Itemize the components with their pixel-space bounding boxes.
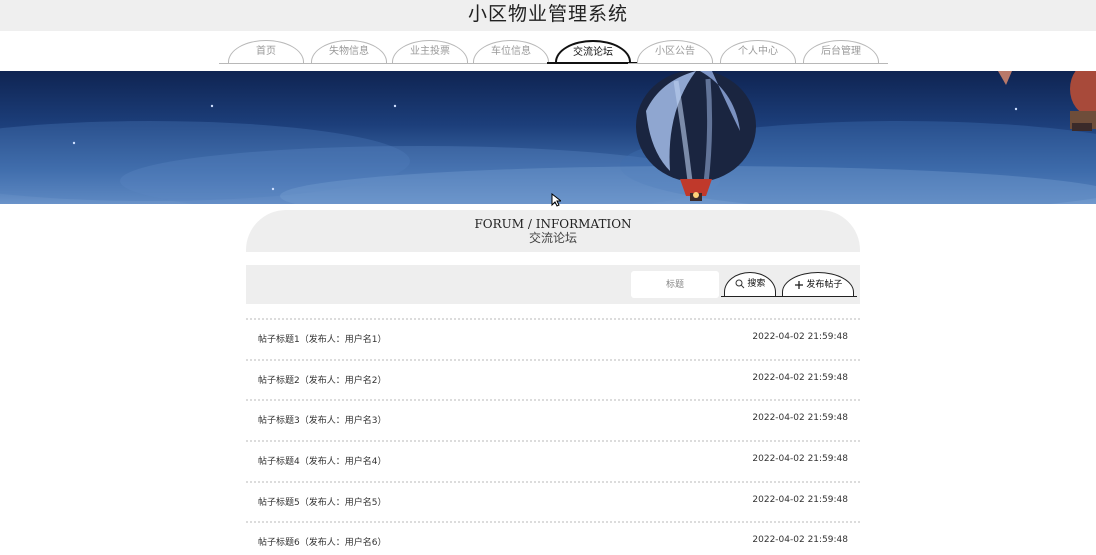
- app-title: 小区物业管理系统: [0, 0, 1096, 31]
- post-title[interactable]: 帖子标题5（发布人：用户名5）: [258, 495, 386, 508]
- post-time: 2022-04-02 21:59:48: [752, 535, 848, 546]
- post-title[interactable]: 帖子标题6（发布人：用户名6）: [258, 535, 386, 548]
- mouse-cursor-icon: [551, 193, 561, 207]
- tab-admin[interactable]: 后台管理: [794, 40, 888, 64]
- list-item[interactable]: 帖子标题5（发布人：用户名5） 2022-04-02 21:59:48: [246, 480, 860, 522]
- post-time: 2022-04-02 21:59:48: [752, 332, 848, 342]
- post-title[interactable]: 帖子标题4（发布人：用户名4）: [258, 454, 386, 467]
- tab-parking[interactable]: 车位信息: [464, 40, 558, 64]
- search-input[interactable]: [631, 271, 719, 298]
- list-item[interactable]: 帖子标题2（发布人：用户名2） 2022-04-02 21:59:48: [246, 358, 860, 400]
- tab-announcements[interactable]: 小区公告: [628, 40, 722, 64]
- publish-post-button[interactable]: 发布帖子: [779, 272, 857, 297]
- tab-personal-center[interactable]: 个人中心: [711, 40, 805, 64]
- tab-home[interactable]: 首页: [219, 40, 313, 64]
- list-item[interactable]: 帖子标题1（发布人：用户名1） 2022-04-02 21:59:48: [246, 318, 860, 359]
- publish-button-label: 发布帖子: [806, 280, 843, 290]
- tab-lost-items[interactable]: 失物信息: [302, 40, 396, 64]
- banner-image: [0, 71, 1096, 204]
- list-item[interactable]: 帖子标题3（发布人：用户名3） 2022-04-02 21:59:48: [246, 399, 860, 440]
- list-item[interactable]: 帖子标题6（发布人：用户名6） 2022-04-02 21:59:48: [246, 521, 860, 555]
- post-title[interactable]: 帖子标题2（发布人：用户名2）: [258, 373, 386, 386]
- post-time: 2022-04-02 21:59:48: [752, 372, 848, 383]
- top-nav: 首页 失物信息 业主投票 车位信息 交流论坛 小区公告 个人中心 后台管理: [0, 31, 1096, 71]
- section-title-cn: 交流论坛: [528, 231, 577, 245]
- post-list: 帖子标题1（发布人：用户名1） 2022-04-02 21:59:48 帖子标题…: [246, 318, 860, 555]
- post-time: 2022-04-02 21:59:48: [752, 454, 848, 465]
- search-button[interactable]: 搜索: [721, 272, 779, 297]
- section-title-en: FORUM / INFORMATION: [474, 217, 632, 231]
- post-time: 2022-04-02 21:59:48: [752, 494, 848, 505]
- section-header: FORUM / INFORMATION 交流论坛: [246, 210, 860, 252]
- search-icon: [735, 279, 744, 288]
- post-title[interactable]: 帖子标题1（发布人：用户名1）: [258, 332, 386, 345]
- search-button-label: 搜索: [747, 279, 766, 289]
- tab-owner-vote[interactable]: 业主投票: [383, 40, 477, 64]
- tab-forum[interactable]: 交流论坛: [547, 40, 639, 64]
- search-bar: 搜索 发布帖子: [246, 265, 860, 304]
- list-item[interactable]: 帖子标题4（发布人：用户名4） 2022-04-02 21:59:48: [246, 440, 860, 481]
- plus-icon: [794, 280, 803, 289]
- post-time: 2022-04-02 21:59:48: [752, 413, 848, 424]
- post-title[interactable]: 帖子标题3（发布人：用户名3）: [258, 413, 386, 426]
